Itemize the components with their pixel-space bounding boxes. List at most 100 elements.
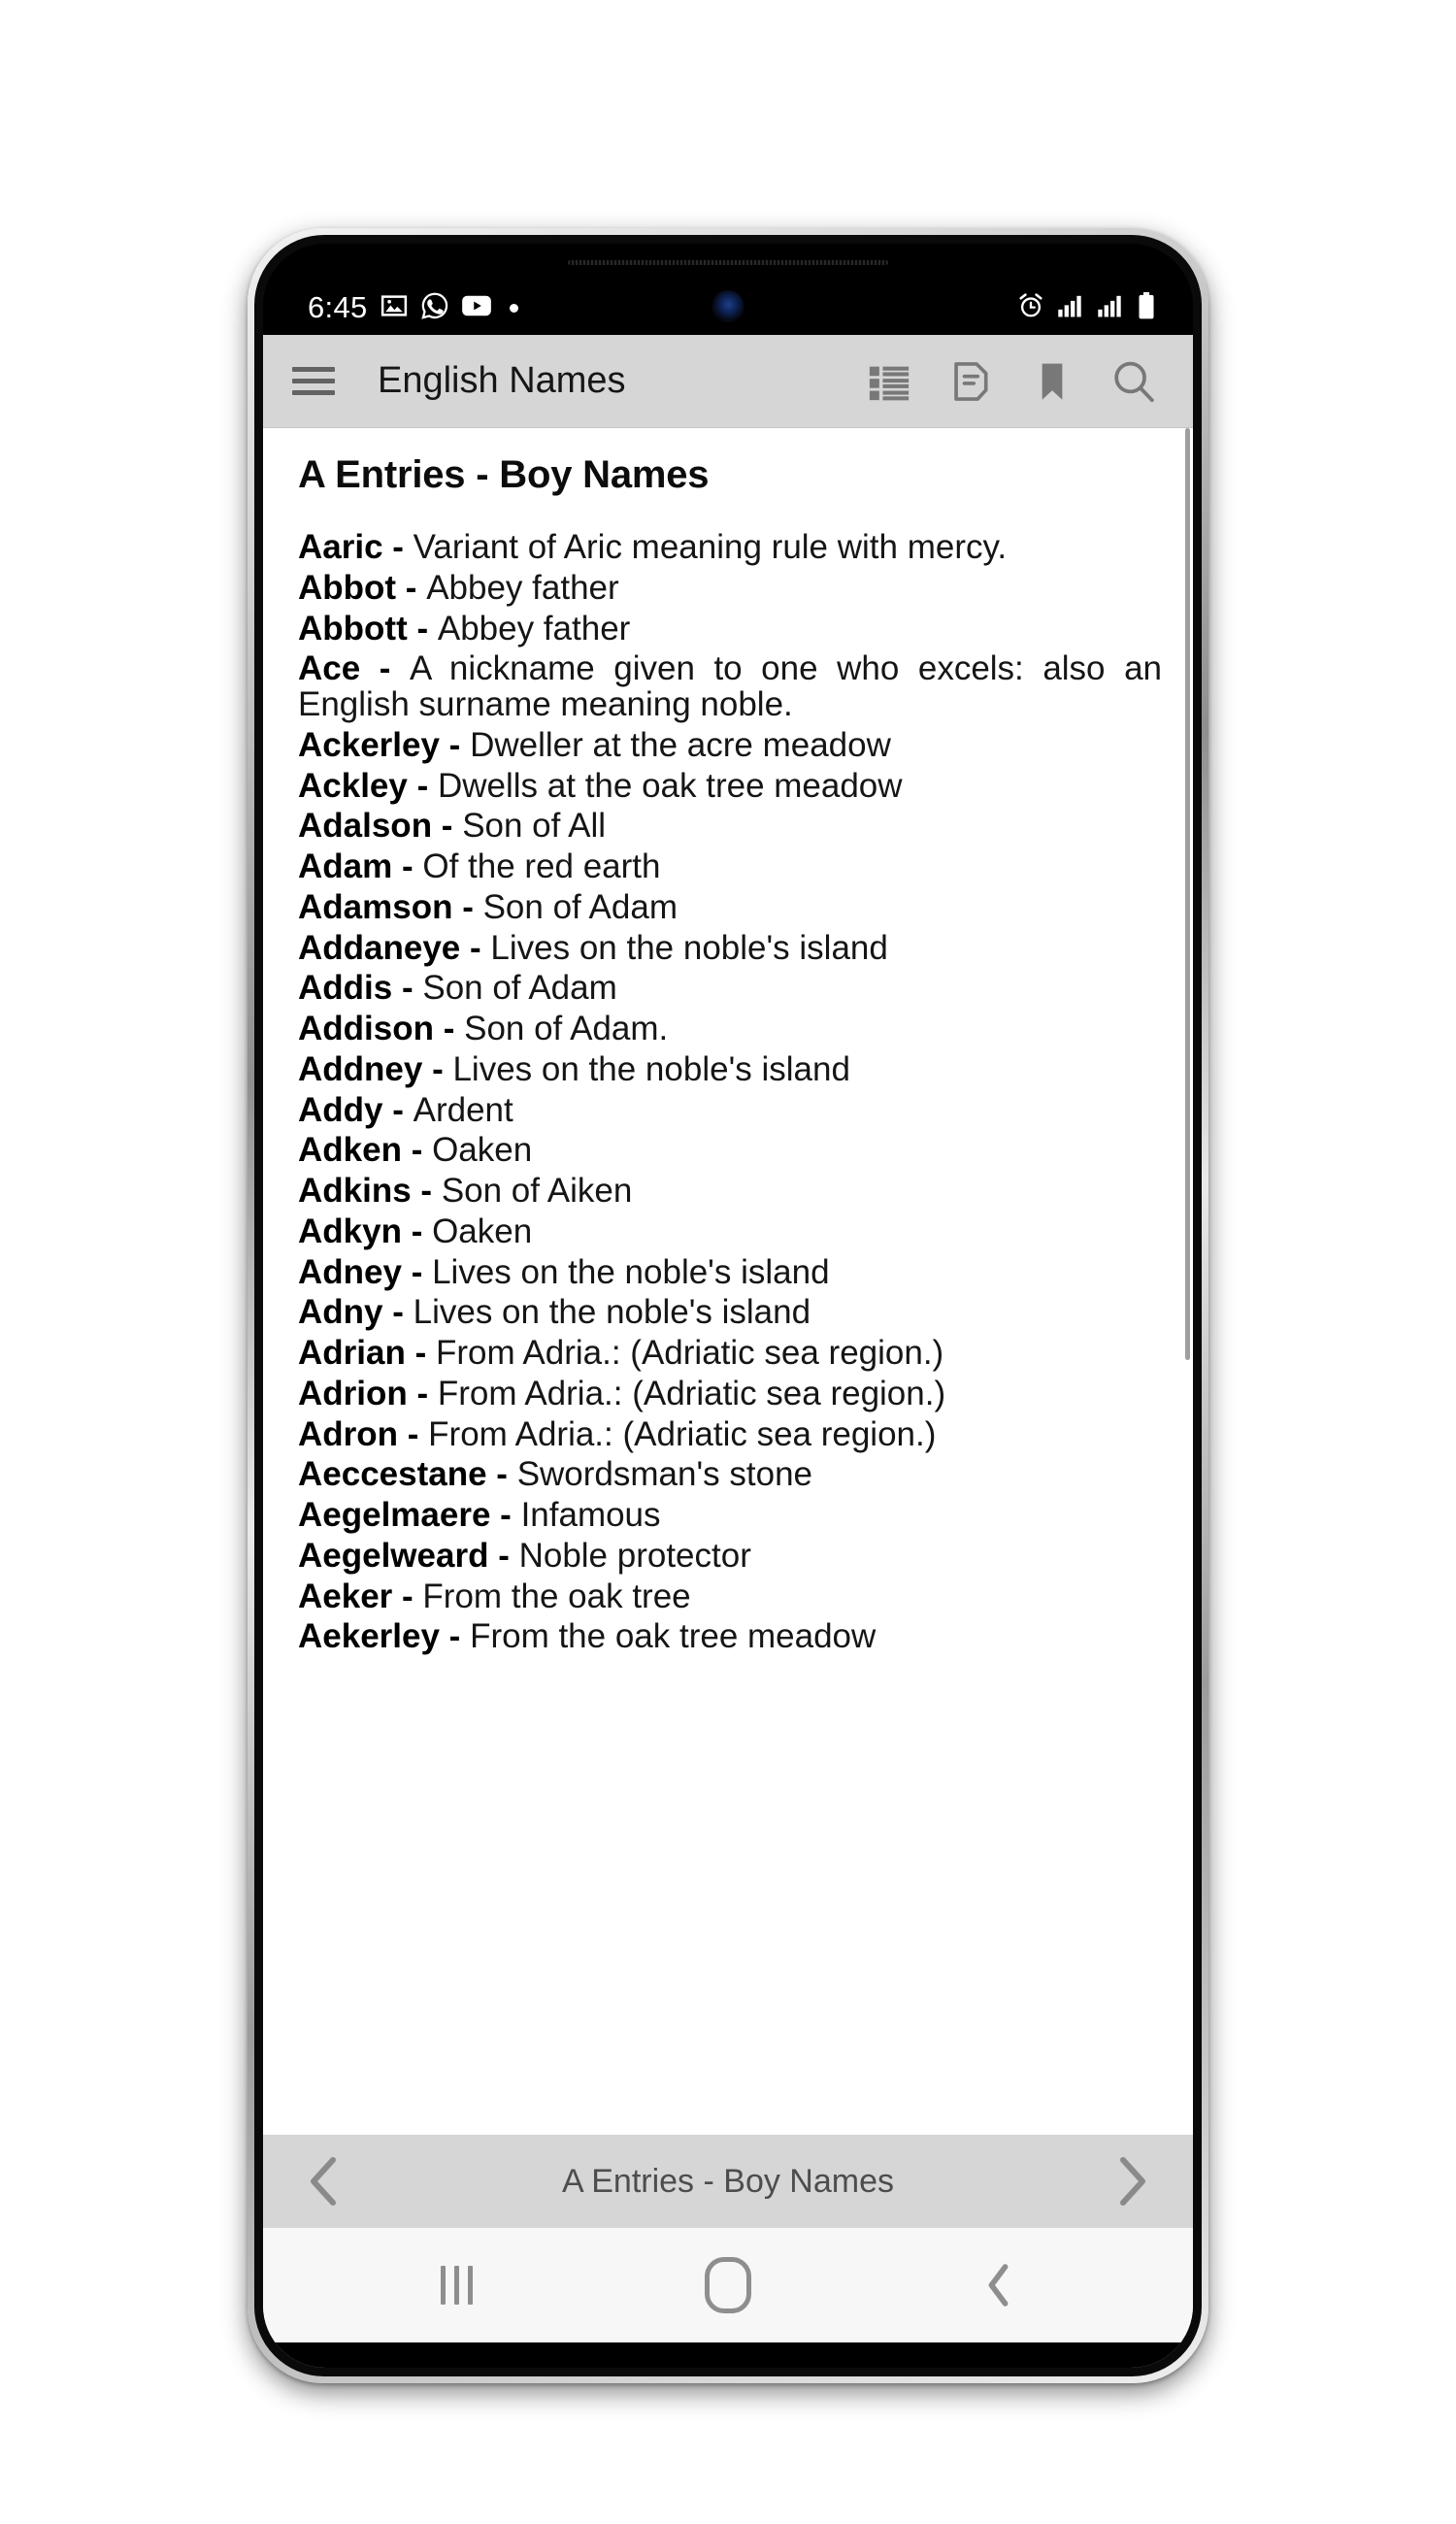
home-icon[interactable] [675, 2250, 781, 2320]
name-entry: Adney - Lives on the noble's island [298, 1252, 1162, 1296]
entry-meaning: Son of Adam. [464, 1010, 669, 1047]
entry-name: Aegelmaere [298, 1496, 491, 1534]
content-heading: A Entries - Boy Names [298, 453, 710, 496]
entry-meaning: Ardent [413, 1090, 513, 1129]
content-area: A Entries - Boy Names Aaric - Variant of… [263, 428, 1193, 2135]
search-icon[interactable] [1106, 353, 1162, 410]
previous-page-button[interactable] [296, 2151, 350, 2211]
name-entry: Adken - Oaken [298, 1131, 1162, 1174]
hamburger-menu-icon[interactable] [292, 355, 345, 408]
entry-separator: - [439, 1617, 471, 1656]
entry-name: Adron [298, 1414, 399, 1453]
entry-name: Abbot [298, 568, 397, 607]
status-bar-left: 6:45 [308, 290, 518, 325]
entry-meaning: From Adria.: (Adriatic sea region.) [428, 1414, 937, 1453]
entry-separator: - [432, 807, 463, 846]
name-entry: Addney - Lives on the noble's island [298, 1049, 1162, 1093]
entry-separator: - [392, 969, 423, 1008]
bookmark-icon[interactable] [1024, 353, 1080, 410]
entry-separator: - [382, 1090, 414, 1129]
name-entry: Adny - Lives on the noble's island [298, 1293, 1162, 1336]
entry-name: Addy [298, 1090, 383, 1129]
status-bar-right [1017, 291, 1156, 324]
entry-name: Aaric [298, 528, 383, 566]
name-entry: Aekerley - From the oak tree meadow [298, 1617, 1162, 1660]
name-entry: Adkins - Son of Aiken [298, 1172, 1162, 1214]
name-entry: Aeker - From the oak tree [298, 1577, 1162, 1620]
name-entry: Aeccestane - Swordsman's stone [298, 1455, 1162, 1498]
entry-name: Adkins [298, 1172, 412, 1210]
entry-separator: - [422, 1049, 453, 1088]
alarm-icon [1017, 292, 1044, 324]
name-entry: Addy - Ardent [298, 1090, 1162, 1134]
status-time: 6:45 [308, 290, 368, 324]
entry-name: Addison [298, 1010, 434, 1047]
entry-name: Addis [298, 969, 393, 1008]
entry-separator: - [401, 1252, 433, 1291]
entry-separator: - [452, 887, 483, 926]
entry-name: Addaneye [298, 928, 461, 967]
entry-meaning: Lives on the noble's island [452, 1049, 850, 1088]
entry-separator: - [439, 725, 471, 764]
next-page-button[interactable] [1106, 2151, 1160, 2211]
entry-name: Aeker [298, 1577, 393, 1615]
entry-separator: - [433, 1010, 465, 1047]
entry-separator: - [382, 528, 414, 566]
entry-separator: - [392, 1577, 423, 1615]
home-glyph [704, 2257, 751, 2313]
name-entry: Abbott - Abbey father [298, 609, 1162, 652]
name-entry: Adamson - Son of Adam [298, 887, 1162, 931]
entry-meaning: Lives on the noble's island [490, 928, 888, 967]
recents-line [468, 2266, 474, 2305]
entry-separator: - [488, 1536, 519, 1575]
entry-meaning: Oaken [432, 1212, 533, 1250]
entry-meaning: Son of All [462, 807, 607, 846]
name-entry: Adkyn - Oaken [298, 1212, 1162, 1255]
earpiece-grille [568, 260, 888, 265]
entry-meaning: From the oak tree [422, 1577, 691, 1615]
entry-name: Ackerley [298, 725, 440, 764]
list-view-icon[interactable] [861, 353, 917, 410]
entry-meaning: Oaken [432, 1131, 533, 1170]
content-scrollbar[interactable] [1185, 428, 1190, 1360]
entry-name: Adamson [298, 887, 453, 926]
back-icon[interactable] [945, 2250, 1052, 2320]
entry-meaning: Variant of Aric meaning rule with mercy. [413, 528, 1008, 566]
entry-name: Adney [298, 1252, 402, 1291]
recents-line [441, 2266, 447, 2305]
menu-line [292, 367, 335, 372]
entry-separator: - [401, 1131, 433, 1170]
phone-device: 6:45 English Names A Entries - Boy Names… [248, 228, 1208, 2383]
entry-separator: - [407, 609, 438, 648]
status-bar: 6:45 [263, 281, 1193, 335]
entry-name: Ackley [298, 766, 408, 805]
entry-name: Aegelweard [298, 1536, 489, 1575]
android-nav-bar [263, 2228, 1193, 2342]
entry-name: Adken [298, 1131, 402, 1170]
entry-separator: - [407, 1374, 438, 1412]
entry-meaning: Abbey father [426, 568, 619, 607]
name-entry: Adrion - From Adria.: (Adriatic sea regi… [298, 1374, 1162, 1417]
note-icon[interactable] [943, 353, 999, 410]
signal-icon [1057, 294, 1084, 322]
recents-line [454, 2266, 460, 2305]
name-entry: Ackley - Dwells at the oak tree meadow [298, 766, 1162, 810]
name-entry: Ackerley - Dweller at the acre meadow [298, 725, 1162, 769]
entry-meaning: Infamous [520, 1496, 661, 1534]
name-entry: Aaric - Variant of Aric meaning rule wit… [298, 528, 1162, 571]
name-entry: Abbot - Abbey father [298, 568, 1162, 612]
name-entry: Addaneye - Lives on the noble's island [298, 928, 1162, 972]
entry-meaning: Swordsman's stone [516, 1455, 813, 1494]
recents-icon[interactable] [404, 2250, 511, 2320]
entry-name: Adrion [298, 1374, 408, 1412]
entry-meaning: Abbey father [437, 609, 631, 648]
name-entry: Aegelmaere - Infamous [298, 1496, 1162, 1539]
entry-name: Addney [298, 1049, 423, 1088]
entry-separator: - [486, 1455, 517, 1494]
footer-page-title: A Entries - Boy Names [561, 2162, 894, 2200]
entry-separator: - [407, 766, 438, 805]
entry-name: Adkyn [298, 1212, 402, 1250]
entry-meaning: Lives on the noble's island [413, 1293, 811, 1332]
page-title: English Names [378, 360, 626, 401]
entry-name: Abbott [298, 609, 408, 648]
